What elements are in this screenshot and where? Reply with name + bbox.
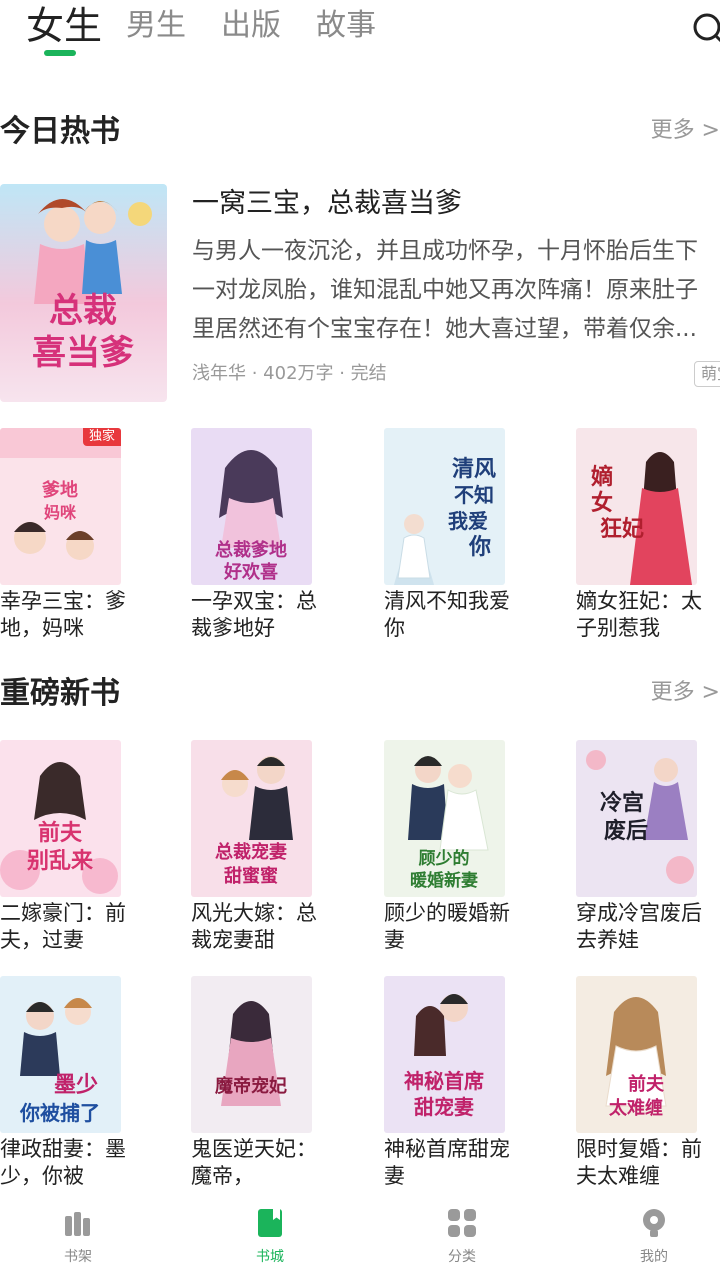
book-title: 限时复婚：前夫太难缠	[576, 1137, 702, 1188]
svg-text:你: 你	[468, 534, 491, 560]
nav-category[interactable]: 分类	[402, 1206, 522, 1266]
svg-text:不知: 不知	[454, 483, 494, 507]
svg-text:总裁宠妻: 总裁宠妻	[215, 841, 287, 863]
bookshelf-icon	[65, 1212, 90, 1236]
svg-text:嫡: 嫡	[591, 464, 613, 490]
book-title: 穿成冷宫废后去养娃	[576, 901, 702, 952]
exclusive-badge: 独家	[82, 428, 121, 446]
book-cover: 总裁宠妻 甜蜜蜜	[191, 740, 312, 897]
svg-text:顾少的: 顾少的	[419, 848, 470, 869]
svg-text:总裁: 总裁	[49, 291, 117, 331]
svg-text:喜当爹: 喜当爹	[32, 333, 134, 373]
more-link-hot[interactable]: 更多 >	[651, 116, 720, 146]
svg-text:暖婚新妻: 暖婚新妻	[410, 870, 478, 891]
nav-label: 书城	[256, 1249, 284, 1265]
bookstore-icon	[258, 1209, 282, 1237]
book-cover: 前夫 太难缠	[576, 976, 697, 1133]
profile-icon	[643, 1209, 665, 1237]
nav-label: 分类	[448, 1249, 476, 1265]
book-cover: 清风 不知 我爱 你	[384, 428, 505, 585]
featured-book-description: 与男人一夜沉沦，并且成功怀孕，十月怀胎后生下一对龙凤胎，谁知混乱中她又再次阵痛！…	[192, 238, 698, 342]
book-title: 二嫁豪门：前夫，过妻	[0, 901, 126, 952]
book-cover: 墨少 你被捕了	[0, 976, 121, 1133]
book-cover: 爹地 妈咪 独家	[0, 428, 121, 585]
svg-text:我爱: 我爱	[448, 509, 488, 533]
svg-text:总裁爹地: 总裁爹地	[215, 539, 287, 561]
svg-text:废后: 废后	[604, 818, 648, 844]
featured-book-tag[interactable]: 萌宝	[694, 361, 720, 387]
book-title: 幸孕三宝：爹地，妈咪	[0, 589, 126, 640]
svg-text:你被捕了: 你被捕了	[19, 1101, 100, 1125]
svg-text:甜蜜蜜: 甜蜜蜜	[224, 865, 278, 887]
svg-text:墨少: 墨少	[54, 1072, 98, 1098]
book-title: 律政甜妻：墨少，你被	[0, 1137, 126, 1188]
svg-text:太难缠: 太难缠	[609, 1097, 663, 1119]
svg-text:冷宫: 冷宫	[600, 790, 644, 816]
search-icon[interactable]	[690, 10, 720, 50]
book-title: 嫡女狂妃：太子别惹我	[576, 589, 702, 640]
nav-bookstore[interactable]: 书城	[210, 1206, 330, 1266]
top-tab-bar: 女生 男生 出版 故事	[0, 0, 720, 64]
nav-profile[interactable]: 我的	[594, 1206, 714, 1266]
svg-text:甜宠妻: 甜宠妻	[414, 1095, 474, 1119]
svg-text:前夫: 前夫	[38, 820, 83, 846]
featured-book-meta: 浅年华 · 402万字 · 完结	[192, 363, 387, 384]
svg-text:女: 女	[591, 490, 613, 516]
section-title-new: 重磅新书	[0, 676, 120, 711]
book-cover: 神秘首席 甜宠妻	[384, 976, 505, 1133]
tab-female[interactable]: 女生	[26, 2, 102, 50]
bottom-nav: 书架 书城 分类 我的	[0, 1194, 720, 1280]
featured-book-title[interactable]: 一窝三宝，总裁喜当爹	[192, 186, 462, 222]
book-cover: 冷宫 废后	[576, 740, 697, 897]
nav-label: 书架	[64, 1249, 92, 1265]
active-tab-indicator	[44, 50, 76, 56]
tab-male[interactable]: 男生	[126, 6, 186, 46]
svg-text:清风: 清风	[452, 456, 496, 482]
more-link-new[interactable]: 更多 >	[651, 678, 720, 708]
featured-book-cover[interactable]: 总裁 喜当爹	[0, 184, 167, 402]
section-title-hot: 今日热书	[0, 114, 120, 149]
nav-bookshelf[interactable]: 书架	[18, 1206, 138, 1266]
svg-text:妈咪: 妈咪	[44, 503, 77, 522]
book-cover: 总裁爹地 好欢喜	[191, 428, 312, 585]
svg-text:魔帝宠妃: 魔帝宠妃	[215, 1075, 287, 1097]
book-title: 鬼医逆天妃：魔帝，	[191, 1137, 317, 1188]
svg-text:好欢喜: 好欢喜	[223, 561, 278, 583]
svg-text:前夫: 前夫	[628, 1073, 665, 1095]
nav-label: 我的	[640, 1249, 668, 1265]
book-cover: 前夫 别乱来	[0, 740, 121, 897]
book-title: 风光大嫁：总裁宠妻甜	[191, 901, 317, 952]
book-title: 顾少的暖婚新妻	[384, 901, 510, 952]
category-grid-icon	[448, 1209, 476, 1237]
svg-text:别乱来: 别乱来	[26, 848, 94, 874]
tab-publish[interactable]: 出版	[221, 6, 281, 46]
svg-text:狂妃: 狂妃	[600, 516, 644, 542]
book-cover: 嫡 女 狂妃	[576, 428, 697, 585]
tab-story[interactable]: 故事	[316, 6, 376, 46]
book-cover: 顾少的 暖婚新妻	[384, 740, 505, 897]
book-title: 清风不知我爱你	[384, 589, 510, 640]
svg-text:爹地: 爹地	[41, 479, 78, 501]
book-cover: 魔帝宠妃	[191, 976, 312, 1133]
svg-text:神秘首席: 神秘首席	[404, 1069, 484, 1093]
book-title: 一孕双宝：总裁爹地好	[191, 589, 317, 640]
book-title: 神秘首席甜宠妻	[384, 1137, 510, 1188]
